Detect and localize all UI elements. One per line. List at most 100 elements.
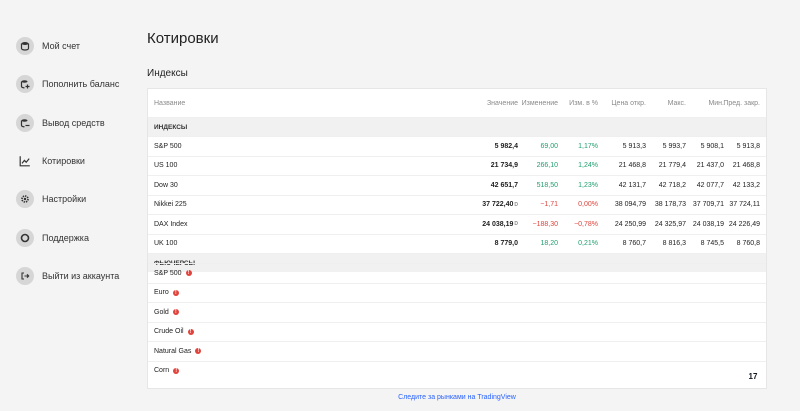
- row-change: 18,20: [540, 240, 558, 247]
- header-change: Изменение: [521, 99, 558, 107]
- chart-line-icon: [16, 152, 34, 170]
- page-title: Котировки: [147, 30, 219, 47]
- row-name[interactable]: Corn!: [154, 362, 180, 380]
- warning-icon[interactable]: !: [172, 309, 179, 315]
- sidebar-item-label: Вывод средств: [42, 118, 105, 128]
- warning-icon[interactable]: !: [195, 348, 202, 354]
- row-name[interactable]: Nikkei 225: [154, 196, 187, 214]
- table-row[interactable]: DAX Index 24 038,19 D −188,30 −0,78% 24 250,9…: [148, 214, 766, 233]
- table-row[interactable]: Euro!: [148, 282, 766, 302]
- row-open: 38 094,79: [614, 201, 646, 208]
- row-change: 266,10: [536, 162, 558, 169]
- quotes-widget: Название Значение Изменение Изм. в % Цен…: [147, 88, 767, 389]
- row-name[interactable]: DAX Index: [154, 215, 187, 233]
- sidebar-item-settings[interactable]: Настройки: [16, 190, 86, 208]
- gear-icon: [16, 190, 34, 208]
- row-change: −188,30: [532, 220, 559, 228]
- table-row[interactable]: Nikkei 225 37 722,40 D −1,71 0,00% 38 094,79 3…: [148, 194, 766, 214]
- header-max: Макс.: [667, 99, 686, 107]
- sidebar-item-my-account[interactable]: Мой счет: [16, 37, 80, 55]
- database-minus-icon: [16, 114, 34, 132]
- warning-icon[interactable]: !: [187, 328, 194, 335]
- table-row[interactable]: Dow 30 42 651,7 518,50 1,23% 42 131,7 42 718,…: [148, 175, 766, 194]
- row-change: 518,50: [536, 181, 558, 189]
- row-name[interactable]: UK 100: [154, 235, 177, 253]
- table-row[interactable]: US 100 21 734,9 266,10 1,24% 21 468,8 21 779,…: [148, 155, 766, 175]
- warning-icon[interactable]: !: [172, 289, 179, 296]
- sidebar-item-withdraw[interactable]: Вывод средств: [16, 114, 105, 132]
- table-row[interactable]: UK 100 8 779,0 18,20 0,21% 8 760,7 8 816,3 8 7…: [148, 233, 766, 253]
- row-pct: 1,24%: [578, 162, 598, 169]
- table-row[interactable]: Natural Gas!: [148, 341, 766, 360]
- row-value: 24 038,19 D: [482, 220, 518, 228]
- row-open: 5 913,3: [622, 142, 646, 150]
- row-prev: 24 226,49: [728, 220, 760, 228]
- header-open: Цена откр.: [611, 99, 646, 107]
- row-name[interactable]: US 100: [154, 157, 177, 175]
- row-pct: 1,17%: [578, 142, 598, 150]
- row-name[interactable]: S&P 500: [154, 137, 182, 155]
- sidebar-item-label: Мой счет: [42, 41, 81, 51]
- group-label: ИНДЕКСЫ: [154, 123, 188, 131]
- row-name[interactable]: Dow 30: [154, 176, 178, 194]
- database-plus-icon: [16, 75, 34, 93]
- header-name: Название: [154, 99, 186, 107]
- row-min: 37 709,71: [692, 201, 724, 208]
- table-row[interactable]: Gold!: [148, 302, 766, 321]
- sidebar-item-quotes[interactable]: Котировки: [16, 152, 85, 170]
- row-prev: 8 760,8: [736, 240, 760, 247]
- lifebuoy-icon: [16, 229, 34, 247]
- row-open: 21 468,8: [618, 162, 646, 169]
- row-pct: 0,00%: [578, 201, 598, 208]
- row-name[interactable]: Crude Oil!: [154, 323, 194, 341]
- row-max: 24 325,97: [654, 220, 686, 228]
- row-open: 8 760,7: [622, 240, 646, 247]
- logout-icon: [16, 267, 34, 285]
- row-min: 24 038,19: [692, 220, 724, 228]
- tradingview-logo[interactable]: 17: [746, 370, 760, 382]
- row-pct: 0,21%: [578, 240, 598, 247]
- row-max: 21 779,4: [658, 162, 686, 169]
- row-name[interactable]: Natural Gas!: [154, 342, 202, 360]
- row-open: 24 250,99: [614, 220, 646, 228]
- header-min: Мин.: [708, 99, 724, 107]
- row-prev: 5 913,8: [736, 142, 760, 150]
- row-value: 37 722,40 D: [482, 201, 518, 208]
- row-name[interactable]: Euro!: [154, 284, 179, 302]
- header-pct: Изм. в %: [569, 99, 598, 107]
- sidebar-item-label: Настройки: [42, 194, 87, 204]
- group-row-indices: ИНДЕКСЫ: [148, 117, 766, 136]
- sidebar: Мой счет Пополнить баланс Вывод средств …: [0, 0, 135, 411]
- row-open: 42 131,7: [618, 181, 646, 189]
- database-icon: [16, 37, 34, 55]
- sidebar-item-support[interactable]: Поддержка: [16, 229, 89, 247]
- row-prev: 21 468,8: [732, 162, 760, 169]
- table-row[interactable]: S&P 500 5 982,4 69,00 1,17% 5 913,3 5 993,7 5 …: [148, 136, 766, 155]
- row-prev: 42 133,2: [732, 181, 760, 189]
- table-row[interactable]: S&P 500!: [148, 263, 766, 282]
- header-value: Значение: [486, 99, 518, 107]
- row-change: 69,00: [540, 142, 558, 150]
- warning-icon[interactable]: !: [185, 270, 192, 276]
- sidebar-item-label: Пополнить баланс: [42, 79, 120, 89]
- row-value: 8 779,0: [494, 240, 518, 247]
- row-min: 21 437,0: [696, 162, 724, 169]
- tradingview-link[interactable]: Следите за рынками на TradingView: [147, 394, 767, 401]
- row-min: 8 745,5: [700, 240, 724, 247]
- section-title: Индексы: [147, 68, 188, 79]
- row-name[interactable]: S&P 500!: [154, 264, 192, 282]
- table-row[interactable]: Crude Oil!: [148, 321, 766, 341]
- table-row[interactable]: Corn!: [148, 360, 766, 380]
- row-pct: −0,78%: [574, 220, 598, 228]
- row-prev: 37 724,11: [729, 201, 760, 208]
- row-max: 5 993,7: [662, 142, 686, 150]
- row-max: 42 718,2: [658, 181, 686, 189]
- sidebar-item-logout[interactable]: Выйти из аккаунта: [16, 267, 119, 285]
- sidebar-item-deposit[interactable]: Пополнить баланс: [16, 75, 119, 93]
- row-value: 42 651,7: [490, 181, 518, 189]
- row-name[interactable]: Gold!: [154, 303, 179, 321]
- row-min: 42 077,7: [696, 181, 724, 189]
- sidebar-item-label: Котировки: [42, 156, 85, 166]
- row-min: 5 908,1: [700, 142, 724, 150]
- warning-icon[interactable]: !: [173, 367, 180, 374]
